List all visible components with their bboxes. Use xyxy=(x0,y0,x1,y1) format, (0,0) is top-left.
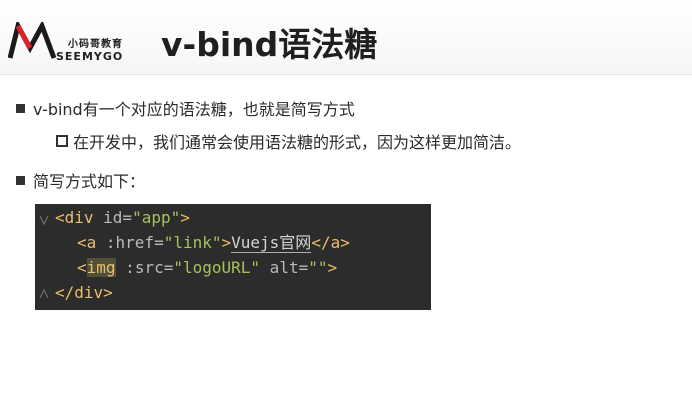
square-bullet-icon xyxy=(16,176,25,185)
code-string: "link" xyxy=(163,233,222,252)
hollow-square-bullet-icon xyxy=(56,135,68,147)
code-string: "app" xyxy=(132,208,181,227)
square-bullet-icon xyxy=(16,104,25,113)
slide-header: 小码哥教育 SEEMYGO v-bind语法糖 xyxy=(0,0,692,75)
code-tag: <a xyxy=(77,233,97,252)
code-string: "" xyxy=(308,258,328,277)
bullet-item: 简写方式如下： xyxy=(16,168,145,192)
sub-bullet-item: 在开发中，我们通常会使用语法糖的形式，因为这样更加简洁。 xyxy=(56,129,521,153)
bullet-text: 简写方式如下： xyxy=(33,172,146,191)
code-block: <div id="app"> <a :href="link">Vuejs官网</… xyxy=(35,204,431,310)
code-line: <img :src="logoURL" alt=""> xyxy=(77,256,337,280)
code-tag: > xyxy=(180,208,190,227)
m-logo-icon xyxy=(8,22,57,59)
code-tag: </a> xyxy=(311,233,350,252)
fold-marker-icon xyxy=(39,288,49,299)
code-line: </div> xyxy=(55,281,113,305)
seemygo-logo: 小码哥教育 SEEMYGO xyxy=(8,22,143,63)
fold-marker-icon xyxy=(39,215,49,226)
code-line: <div id="app"> xyxy=(55,206,190,230)
sub-bullet-text: 在开发中，我们通常会使用语法糖的形式，因为这样更加简洁。 xyxy=(73,133,522,152)
logo-text-en: SEEMYGO xyxy=(56,50,124,63)
code-string: "logoURL" xyxy=(173,258,261,277)
code-attr: :src= xyxy=(115,258,174,277)
code-tag: > xyxy=(327,258,338,277)
code-tag: < xyxy=(77,258,87,277)
code-tag: > xyxy=(221,233,232,252)
bullet-item: v-bind有一个对应的语法糖，也就是简写方式 xyxy=(16,96,355,120)
logo-text-cn: 小码哥教育 xyxy=(68,39,123,50)
page-title: v-bind语法糖 xyxy=(161,25,378,64)
code-attr: alt= xyxy=(260,258,309,277)
code-tag: </div> xyxy=(55,283,113,302)
bullet-text: v-bind有一个对应的语法糖，也就是简写方式 xyxy=(33,100,355,119)
code-attr: :href= xyxy=(96,233,164,252)
code-tag: <div xyxy=(55,208,94,227)
code-line: <a :href="link">Vuejs官网</a> xyxy=(77,231,350,255)
code-attr: id= xyxy=(93,208,133,227)
code-tag-highlighted: img xyxy=(86,258,116,277)
code-text: Vuejs官网 xyxy=(231,233,312,253)
